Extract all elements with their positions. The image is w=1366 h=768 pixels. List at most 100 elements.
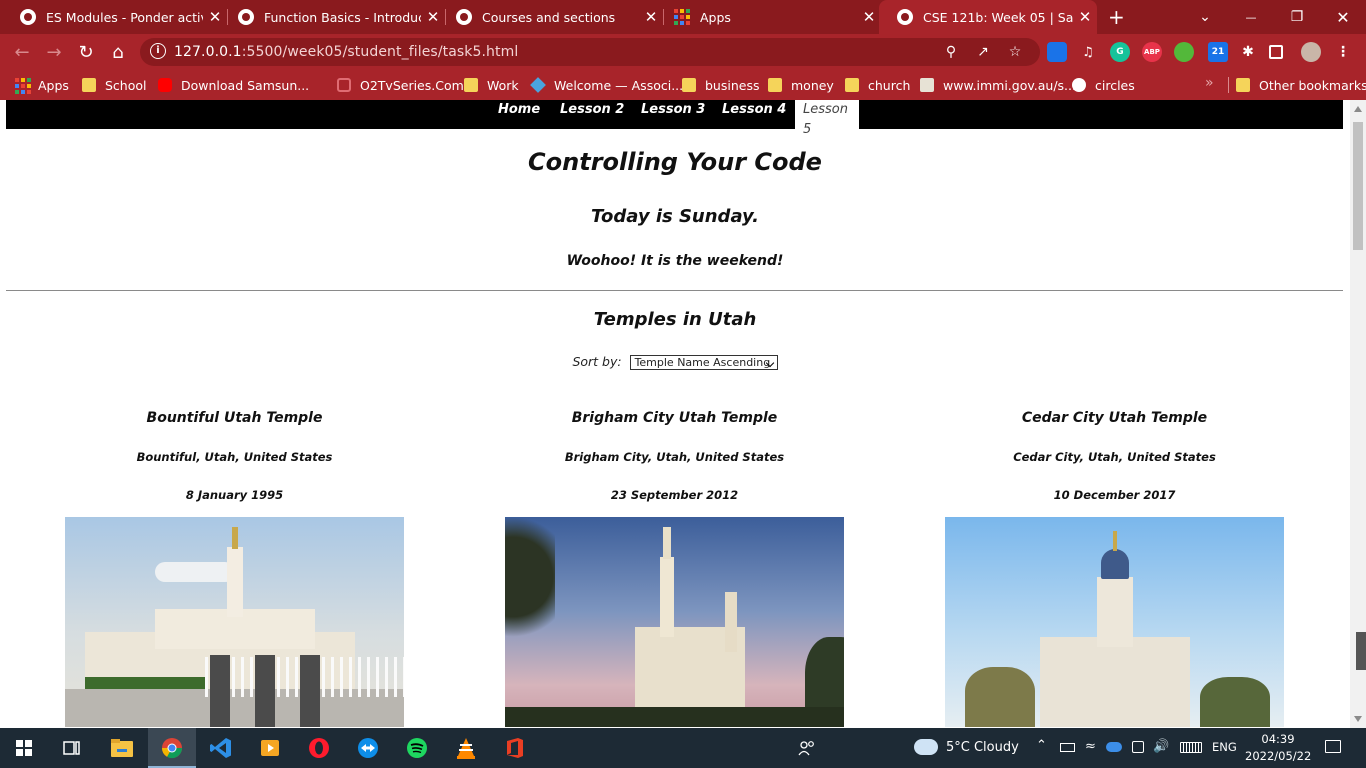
tab-apps[interactable]: Apps ✕ — [656, 0, 881, 34]
sort-select[interactable]: Temple Name Ascending — [629, 355, 778, 370]
task-view-icon[interactable] — [48, 728, 96, 768]
site-info-icon[interactable]: i — [150, 43, 166, 59]
minimize-button[interactable]: — — [1228, 0, 1274, 34]
close-window-button[interactable]: ✕ — [1320, 0, 1366, 34]
back-arrow-icon[interactable]: ← — [11, 41, 33, 63]
volume-icon[interactable]: 🔊 — [1153, 739, 1169, 754]
temple-location: Bountiful, Utah, United States — [136, 450, 333, 464]
bookmark-school[interactable]: School — [82, 76, 147, 94]
bookmark-church[interactable]: church — [845, 76, 910, 94]
media-player-icon[interactable] — [246, 728, 294, 768]
clock-time[interactable]: 04:39 — [1248, 732, 1308, 746]
weather-text[interactable]: 5°C Cloudy — [946, 740, 1019, 755]
extension-grammarly-icon[interactable]: G — [1110, 42, 1130, 62]
more-menu-icon[interactable]: ⋮ — [1333, 42, 1353, 62]
wifi-icon[interactable]: ≈ — [1085, 739, 1096, 754]
tab-courses-and-sections[interactable]: Courses and sections ✕ — [438, 0, 663, 34]
page-title: Controlling Your Code — [528, 148, 822, 176]
address-bar[interactable]: i 127.0.0.1:5500/week05/student_files/ta… — [140, 38, 1040, 66]
bookmark-other-bookmarks[interactable]: Other bookmarks — [1236, 76, 1366, 94]
site-icon — [337, 78, 351, 92]
share-icon[interactable]: ↗ — [974, 43, 992, 61]
zoom-search-icon[interactable]: ⚲ — [942, 43, 960, 61]
tab-title: Function Basics - Introductio — [264, 9, 421, 25]
battery-icon[interactable] — [1060, 743, 1075, 752]
vscode-icon[interactable] — [197, 728, 245, 768]
sort-label: Sort by: — [572, 354, 622, 369]
close-tab-icon[interactable]: ✕ — [1073, 8, 1097, 26]
new-tab-button[interactable]: + — [1108, 5, 1125, 29]
tab-cse121b-week05[interactable]: CSE 121b: Week 05 | Sample ✕ — [879, 0, 1097, 34]
vlc-icon[interactable] — [442, 728, 490, 768]
site-favicon-icon — [897, 9, 913, 25]
globe-icon — [1072, 78, 1086, 92]
nav-link-lesson-2[interactable]: Lesson 2 — [560, 100, 624, 129]
section-divider — [6, 290, 1343, 291]
extension-adblock-icon[interactable]: ABP — [1142, 42, 1162, 62]
notifications-icon[interactable] — [1325, 740, 1341, 753]
tab-function-basics[interactable]: Function Basics - Introductio ✕ — [220, 0, 445, 34]
bookmark-money[interactable]: money — [768, 76, 834, 94]
scroll-thumb[interactable] — [1353, 122, 1363, 250]
bookmark-immi-gov-au[interactable]: www.immi.gov.au/s... — [920, 76, 1076, 94]
reload-icon[interactable]: ↻ — [75, 41, 97, 63]
clock-date[interactable]: 2022/05/22 — [1245, 749, 1311, 763]
extension-calendar-icon[interactable]: 21 — [1208, 42, 1228, 62]
meet-now-icon[interactable] — [1132, 741, 1144, 753]
home-icon[interactable]: ⌂ — [107, 41, 129, 63]
chrome-taskbar-icon[interactable] — [148, 728, 196, 768]
folder-icon — [82, 78, 96, 92]
bookmark-o2tvseries[interactable]: O2TvSeries.Com — [337, 76, 464, 94]
restore-button[interactable]: ❐ — [1274, 0, 1320, 34]
folder-icon — [845, 78, 859, 92]
windows-start-icon[interactable] — [0, 728, 48, 768]
bookmark-download-samsung[interactable]: Download Samsun... — [158, 76, 309, 94]
input-language[interactable]: ENG — [1212, 740, 1237, 754]
opera-icon[interactable] — [295, 728, 343, 768]
bookmark-business[interactable]: business — [682, 76, 759, 94]
nav-link-lesson-5[interactable]: Lesson 5 — [795, 100, 859, 137]
page-scrollbar[interactable] — [1350, 100, 1366, 728]
close-tab-icon[interactable]: ✕ — [857, 8, 881, 26]
people-icon[interactable] — [783, 728, 831, 768]
temple-card: Bountiful Utah Temple Bountiful, Utah, U… — [65, 410, 404, 727]
onedrive-icon[interactable] — [1106, 742, 1122, 752]
keyboard-icon[interactable] — [1180, 742, 1202, 753]
bookmarks-overflow-chevron-icon[interactable]: » — [1205, 75, 1214, 91]
spotify-icon[interactable] — [393, 728, 441, 768]
address-url[interactable]: 127.0.0.1:5500/week05/student_files/task… — [174, 44, 518, 60]
extension-music-icon[interactable]: ♫ — [1078, 42, 1098, 62]
nav-link-home[interactable]: Home — [498, 100, 540, 129]
youtube-icon — [158, 78, 172, 92]
temple-dedicated-date: 23 September 2012 — [610, 488, 739, 502]
site-favicon-icon — [456, 9, 472, 25]
tab-search-button[interactable]: ⌄ — [1182, 0, 1228, 34]
extension-translate-icon[interactable] — [1047, 42, 1067, 62]
nav-link-lesson-3[interactable]: Lesson 3 — [641, 100, 705, 129]
office-icon[interactable] — [491, 728, 539, 768]
teamviewer-icon[interactable] — [344, 728, 392, 768]
tray-chevron-icon[interactable]: ⌃ — [1036, 738, 1047, 753]
temple-location: Cedar City, Utah, United States — [1013, 450, 1216, 464]
bookmark-star-icon[interactable]: ☆ — [1006, 43, 1024, 61]
temple-dedicated-date: 10 December 2017 — [1053, 488, 1176, 502]
bookmark-work[interactable]: Work — [464, 76, 519, 94]
scroll-up-arrow-icon[interactable] — [1354, 106, 1362, 112]
tab-es-modules[interactable]: ES Modules - Ponder activitie ✕ — [2, 0, 227, 34]
tab-title: CSE 121b: Week 05 | Sample — [923, 9, 1073, 25]
scroll-marker — [1356, 632, 1366, 670]
bookmark-welcome-associ[interactable]: Welcome — Associ... — [530, 76, 683, 94]
apps-grid-icon — [674, 9, 690, 25]
scroll-down-arrow-icon[interactable] — [1354, 716, 1362, 722]
nav-link-lesson-4[interactable]: Lesson 4 — [722, 100, 786, 129]
forward-arrow-icon[interactable]: → — [43, 41, 65, 63]
weather-cloud-icon[interactable] — [914, 739, 938, 755]
bookmark-circles[interactable]: circles — [1072, 76, 1135, 94]
bookmark-apps[interactable]: Apps — [15, 76, 69, 94]
extension-green-icon[interactable] — [1174, 42, 1194, 62]
side-panel-icon[interactable] — [1269, 45, 1283, 59]
file-explorer-icon[interactable] — [98, 728, 146, 768]
profile-avatar[interactable] — [1301, 42, 1321, 62]
temple-card: Brigham City Utah Temple Brigham City, U… — [505, 410, 844, 727]
extensions-puzzle-icon[interactable]: ✱ — [1238, 42, 1258, 62]
